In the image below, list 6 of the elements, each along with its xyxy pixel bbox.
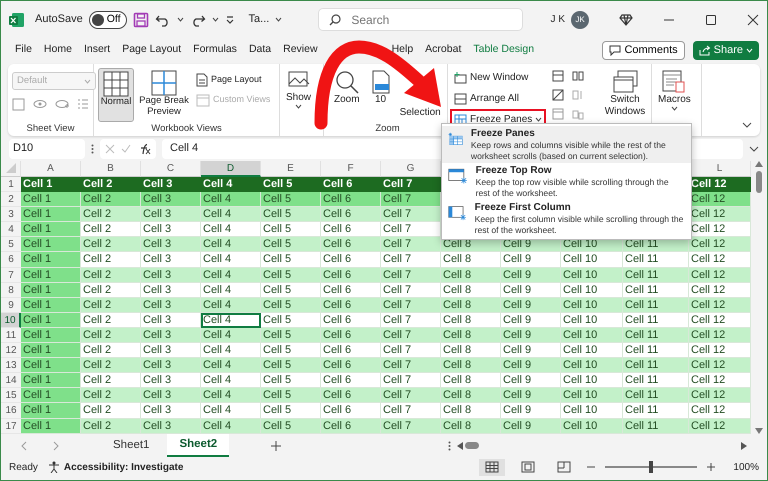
autosave-label: AutoSave	[35, 12, 83, 28]
user-initials: J K	[550, 13, 565, 27]
status-text: Ready	[9, 460, 38, 475]
group-label: Sheet View	[26, 122, 76, 136]
group-label: Zoom	[374, 122, 401, 136]
group-label: Workbook Views	[150, 122, 223, 136]
